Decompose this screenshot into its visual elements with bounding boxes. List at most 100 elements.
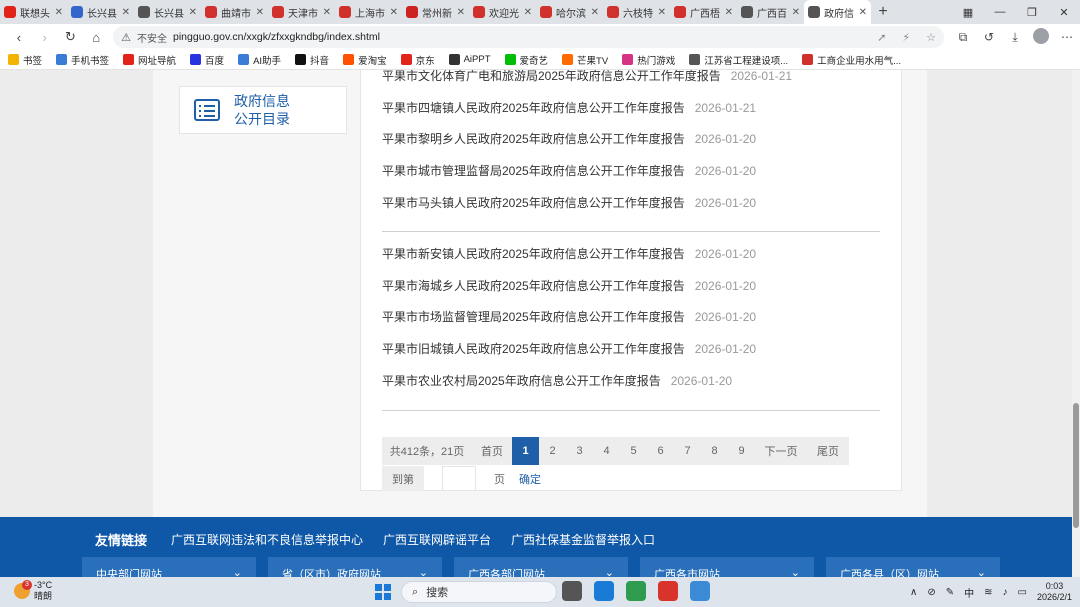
tray-chevron-icon[interactable]: ∧: [910, 587, 917, 598]
tab-close-icon[interactable]: ✕: [591, 7, 599, 18]
next-page-button[interactable]: 下一页: [755, 437, 807, 465]
new-tab-button[interactable]: +: [871, 3, 895, 21]
browser-tab[interactable]: 常州新 ✕: [402, 0, 469, 24]
wifi-icon[interactable]: ≋: [984, 587, 992, 598]
bookmark-item[interactable]: 热门游戏: [622, 53, 675, 67]
url-text[interactable]: pingguo.gov.cn/xxgk/zfxxgkndbg/index.sht…: [173, 31, 861, 43]
home-button[interactable]: ⌂: [83, 30, 109, 45]
monitor-app-icon[interactable]: [626, 581, 646, 601]
report-title-link[interactable]: 平果市马头镇人民政府2025年政府信息公开工作年度报告: [382, 196, 685, 210]
history-icon[interactable]: ↺: [976, 30, 1002, 44]
page-number-button[interactable]: 6: [647, 437, 674, 465]
bookmark-item[interactable]: 手机书签: [56, 53, 109, 67]
report-title-link[interactable]: 平果市四塘镇人民政府2025年政府信息公开工作年度报告: [382, 101, 685, 115]
page-scrollbar[interactable]: [1072, 70, 1080, 577]
tab-close-icon[interactable]: ✕: [658, 7, 666, 18]
report-title-link[interactable]: 平果市城市管理监督局2025年政府信息公开工作年度报告: [382, 164, 685, 178]
browser-tab[interactable]: 天津市 ✕: [268, 0, 335, 24]
volume-icon[interactable]: ♪: [1003, 587, 1008, 598]
bookmark-item[interactable]: AI助手: [238, 53, 281, 67]
list-item[interactable]: 平果市旧城镇人民政府2025年政府信息公开工作年度报告 2026-01-20: [382, 340, 756, 357]
clock[interactable]: 0:03 2026/2/1: [1037, 581, 1072, 603]
page-number-button[interactable]: 1: [512, 437, 539, 465]
report-title-link[interactable]: 平果市新安镇人民政府2025年政府信息公开工作年度报告: [382, 247, 685, 261]
taskbar-search[interactable]: ⌕ 搜索: [401, 581, 557, 603]
report-title-link[interactable]: 平果市市场监督管理局2025年政府信息公开工作年度报告: [382, 310, 685, 324]
browser-tab[interactable]: 长兴县 ✕: [67, 0, 134, 24]
page-number-button[interactable]: 4: [593, 437, 620, 465]
pen-icon[interactable]: ✎: [946, 587, 954, 598]
bookmark-item[interactable]: 爱奇艺: [504, 53, 548, 67]
forward-button[interactable]: ›: [32, 30, 58, 45]
footer-dropdown[interactable]: 广西各部门网站 ⌄: [454, 557, 628, 577]
sidebar-directory-card[interactable]: 政府信息 公开目录: [179, 86, 347, 134]
page-number-button[interactable]: 9: [728, 437, 755, 465]
edge-app-icon[interactable]: [594, 581, 614, 601]
footer-link[interactable]: 广西互联网辟谣平台: [383, 531, 491, 548]
list-item[interactable]: 平果市马头镇人民政府2025年政府信息公开工作年度报告 2026-01-20: [382, 194, 756, 211]
list-item[interactable]: 平果市市场监督管理局2025年政府信息公开工作年度报告 2026-01-20: [382, 308, 756, 325]
network-off-icon[interactable]: ⊘: [927, 587, 935, 598]
first-page-button[interactable]: 首页: [472, 437, 512, 465]
tab-close-icon[interactable]: ✕: [457, 7, 465, 18]
terminal-app-icon[interactable]: [562, 581, 582, 601]
browser-tab[interactable]: 哈尔滨 ✕: [536, 0, 603, 24]
maximize-button[interactable]: ❐: [1016, 6, 1048, 19]
tab-close-icon[interactable]: ✕: [859, 7, 867, 18]
browser-tab[interactable]: 政府信 ✕: [804, 0, 871, 24]
tab-close-icon[interactable]: ✕: [524, 7, 532, 18]
bookmark-item[interactable]: 抖音: [295, 53, 329, 67]
report-title-link[interactable]: 平果市文化体育广电和旅游局2025年政府信息公开工作年度报告: [382, 70, 721, 83]
favorite-star-icon[interactable]: ☆: [926, 31, 936, 44]
download-icon[interactable]: ⤓: [1002, 30, 1028, 45]
footer-dropdown[interactable]: 广西各县（区）网站 ⌄: [826, 557, 1000, 577]
tab-close-icon[interactable]: ✕: [189, 7, 197, 18]
footer-dropdown[interactable]: 广西各市网站 ⌄: [640, 557, 814, 577]
report-title-link[interactable]: 平果市农业农村局2025年政府信息公开工作年度报告: [382, 374, 661, 388]
tab-close-icon[interactable]: ✕: [122, 7, 130, 18]
page-number-button[interactable]: 3: [566, 437, 593, 465]
address-input[interactable]: ⚠ 不安全 pingguo.gov.cn/xxgk/zfxxgkndbg/ind…: [113, 26, 945, 48]
bookmark-item[interactable]: 工商企业用水用气...: [802, 53, 901, 67]
bookmark-item[interactable]: AiPPT: [448, 54, 491, 65]
back-button[interactable]: ‹: [6, 30, 32, 45]
bookmark-item[interactable]: 京东: [400, 53, 435, 67]
footer-link[interactable]: 广西社保基金监督举报入口: [511, 531, 655, 548]
browser-tab[interactable]: 曲靖市 ✕: [201, 0, 268, 24]
start-button[interactable]: [375, 584, 391, 600]
browser-tab[interactable]: 欢迎光 ✕: [469, 0, 536, 24]
scrollbar-thumb[interactable]: [1073, 403, 1079, 528]
menu-icon[interactable]: ⋯: [1054, 30, 1080, 44]
page-number-button[interactable]: 8: [701, 437, 728, 465]
report-title-link[interactable]: 平果市旧城镇人民政府2025年政府信息公开工作年度报告: [382, 342, 685, 356]
browser-tab[interactable]: 上海市 ✕: [335, 0, 402, 24]
footer-dropdown[interactable]: 省（区市）政府网站 ⌄: [268, 557, 442, 577]
list-item[interactable]: 平果市文化体育广电和旅游局2025年政府信息公开工作年度报告 2026-01-21: [382, 70, 792, 84]
browser-tab[interactable]: 广西梧 ✕: [670, 0, 737, 24]
tab-close-icon[interactable]: ✕: [390, 7, 398, 18]
browser-tab[interactable]: 联想头 ✕: [0, 0, 67, 24]
browser-tab[interactable]: 广西百 ✕: [737, 0, 804, 24]
bookmark-item[interactable]: 网址导航: [123, 53, 176, 67]
reload-button[interactable]: ↻: [58, 29, 84, 45]
tool-app-icon[interactable]: [690, 581, 710, 601]
bookmark-item[interactable]: 江苏省工程建设项...: [689, 53, 788, 67]
list-item[interactable]: 平果市农业农村局2025年政府信息公开工作年度报告 2026-01-20: [382, 372, 732, 389]
ime-indicator[interactable]: 中: [964, 585, 974, 600]
browser-tab[interactable]: 六枝特 ✕: [603, 0, 670, 24]
browser-tab[interactable]: 长兴县 ✕: [134, 0, 201, 24]
bookmark-item[interactable]: 芒果TV: [562, 53, 608, 67]
profile-avatar[interactable]: [1028, 27, 1054, 47]
wechat-app-icon[interactable]: [658, 581, 678, 601]
page-number-button[interactable]: 5: [620, 437, 647, 465]
report-title-link[interactable]: 平果市海城乡人民政府2025年政府信息公开工作年度报告: [382, 279, 685, 293]
list-item[interactable]: 平果市四塘镇人民政府2025年政府信息公开工作年度报告 2026-01-21: [382, 99, 756, 116]
list-item[interactable]: 平果市城市管理监督局2025年政府信息公开工作年度报告 2026-01-20: [382, 162, 756, 179]
tab-close-icon[interactable]: ✕: [792, 7, 800, 18]
tab-close-icon[interactable]: ✕: [55, 7, 63, 18]
weather-widget[interactable]: 3 -3°C 晴朗: [14, 580, 52, 602]
bookmark-item[interactable]: 书签: [8, 53, 42, 67]
footer-link[interactable]: 广西互联网违法和不良信息举报中心: [171, 531, 363, 548]
bookmark-item[interactable]: 爱淘宝: [343, 53, 387, 67]
list-item[interactable]: 平果市海城乡人民政府2025年政府信息公开工作年度报告 2026-01-20: [382, 277, 756, 294]
